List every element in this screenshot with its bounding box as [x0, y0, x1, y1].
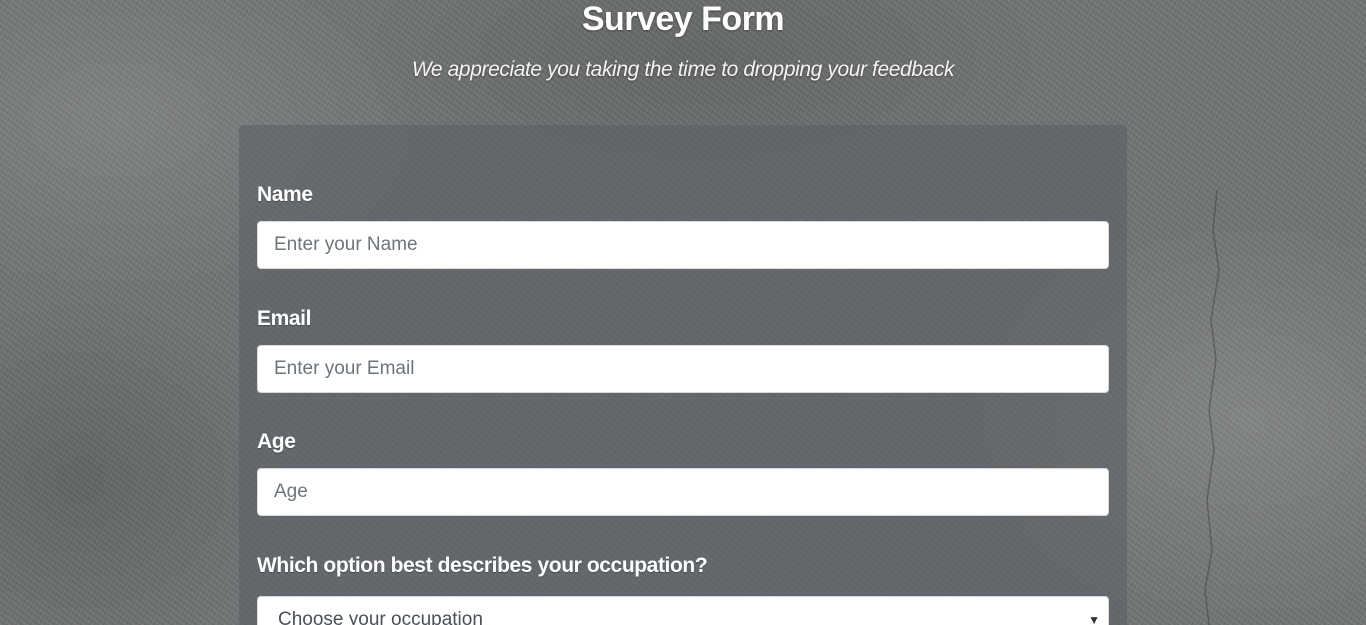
- age-input[interactable]: [257, 468, 1109, 516]
- occupation-group: Which option best describes your occupat…: [257, 553, 1109, 625]
- email-group: Email: [257, 306, 1109, 393]
- email-input[interactable]: [257, 345, 1109, 393]
- page: Survey Form We appreciate you taking the…: [0, 0, 1366, 625]
- occupation-label: Which option best describes your occupat…: [257, 554, 708, 577]
- occupation-selected-value: Choose your occupation: [278, 609, 483, 625]
- name-label: Name: [257, 183, 313, 206]
- survey-form: Name Email Age Which option best describ…: [239, 125, 1127, 625]
- occupation-select[interactable]: Choose your occupation ▼: [257, 596, 1109, 625]
- name-input[interactable]: [257, 221, 1109, 269]
- email-label: Email: [257, 307, 312, 330]
- page-description: We appreciate you taking the time to dro…: [411, 58, 955, 81]
- age-label: Age: [257, 430, 296, 453]
- background-crack-decoration: [1204, 190, 1220, 625]
- page-header: Survey Form We appreciate you taking the…: [0, 0, 1366, 83]
- dropdown-arrow-icon: ▼: [1088, 613, 1100, 625]
- page-title: Survey Form: [581, 0, 785, 38]
- name-group: Name: [257, 182, 1109, 269]
- age-group: Age: [257, 429, 1109, 516]
